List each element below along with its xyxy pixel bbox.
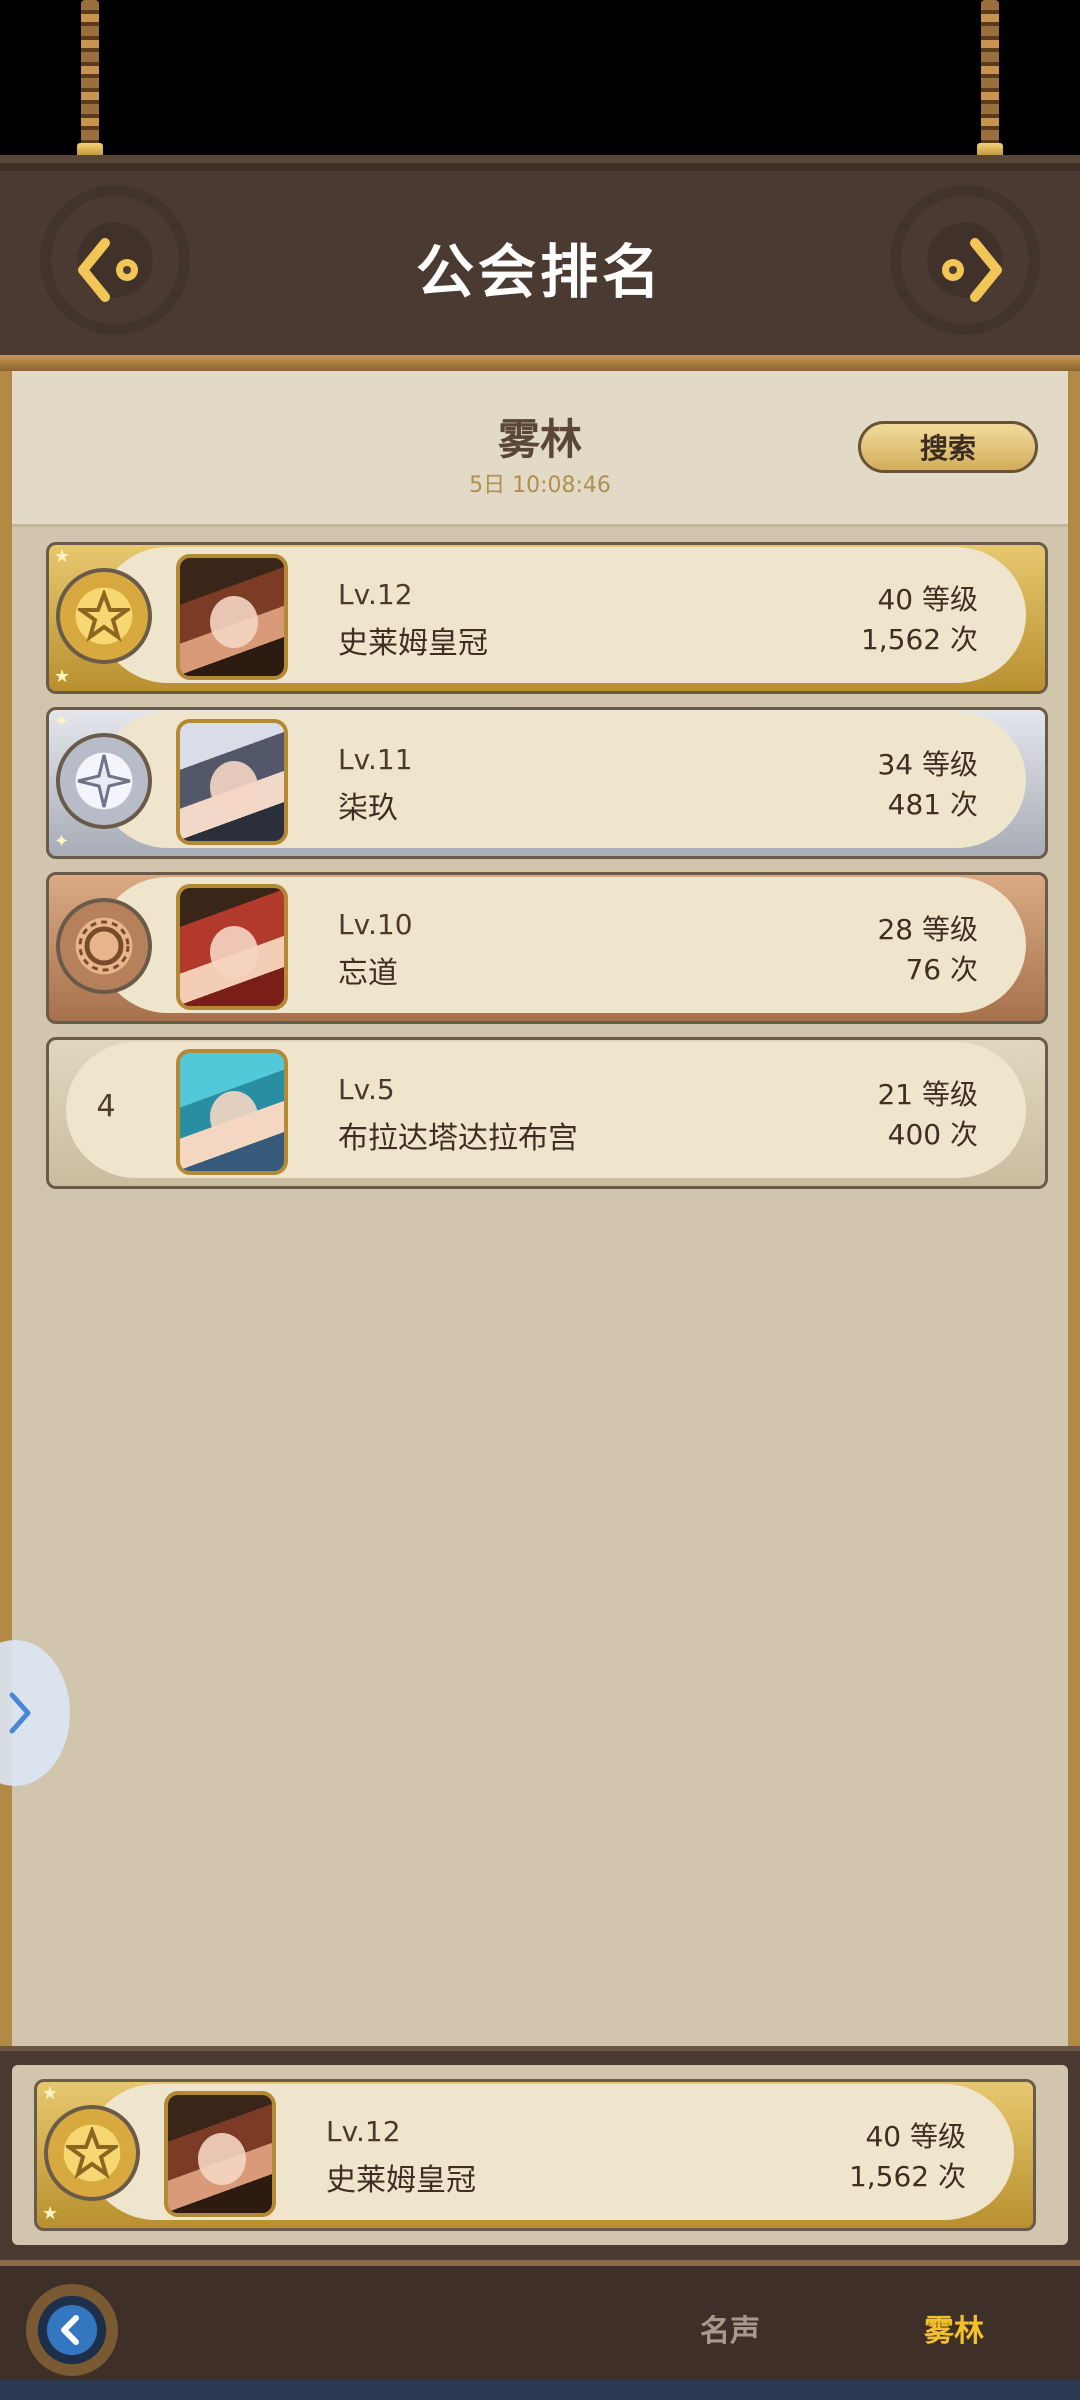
silver-medal-icon <box>56 733 152 829</box>
ranking-panel-inner: 雾林 5日 10:08:46 搜索 ★ ★ Lv.12 史莱姆皇冠 40 等级 … <box>12 371 1068 2046</box>
player-level: Lv.12 <box>338 578 413 611</box>
guild-header: 雾林 5日 10:08:46 搜索 <box>12 371 1068 527</box>
gold-medal-icon <box>44 2105 140 2201</box>
page-title: 公会排名 <box>415 238 664 306</box>
player-grade: 34 等级 <box>877 748 978 781</box>
player-count: 481 次 <box>887 788 978 821</box>
player-level: Lv.10 <box>338 908 413 941</box>
player-grade: 28 等级 <box>877 913 978 946</box>
player-name: 忘道 <box>338 956 398 991</box>
bottom-edge <box>0 2380 1080 2400</box>
next-page-button[interactable] <box>920 230 1010 310</box>
my-rank-row[interactable]: ★ ★ Lv.12 史莱姆皇冠 40 等级 1,562 次 <box>34 2079 1036 2231</box>
player-avatar <box>164 2091 276 2217</box>
player-level: Lv.11 <box>338 743 413 776</box>
back-button[interactable] <box>26 2284 118 2376</box>
player-avatar <box>176 554 288 680</box>
star-icon: ✦ <box>54 711 70 732</box>
player-count: 1,562 次 <box>848 2160 966 2193</box>
header-border <box>0 355 1080 371</box>
star-icon: ✦ <box>54 831 70 852</box>
player-level: Lv.5 <box>338 1073 395 1106</box>
rank-number: 4 <box>96 1089 116 1124</box>
player-avatar <box>176 719 288 845</box>
ranking-panel: 雾林 5日 10:08:46 搜索 ★ ★ Lv.12 史莱姆皇冠 40 等级 … <box>0 371 1080 2046</box>
chevron-right-icon <box>9 1692 31 1734</box>
ranking-row[interactable]: Lv.10 忘道 28 等级 76 次 <box>46 872 1048 1024</box>
star-icon: ★ <box>54 666 71 687</box>
player-name: 柒玖 <box>338 791 398 826</box>
player-avatar <box>176 1049 288 1175</box>
header: 公会排名 <box>0 155 1080 370</box>
chevron-right-gear-icon <box>942 238 1002 302</box>
star-icon: ★ <box>54 546 71 567</box>
star-icon: ★ <box>42 2083 59 2104</box>
right-chain-decoration <box>981 0 999 150</box>
ranking-row[interactable]: ★ ★ Lv.12 史莱姆皇冠 40 等级 1,562 次 <box>46 542 1048 694</box>
player-name: 史莱姆皇冠 <box>326 2163 476 2198</box>
my-rank-area: ★ ★ Lv.12 史莱姆皇冠 40 等级 1,562 次 <box>0 2046 1080 2260</box>
player-name: 史莱姆皇冠 <box>338 626 488 661</box>
player-count: 1,562 次 <box>860 623 978 656</box>
player-grade: 40 等级 <box>865 2120 966 2153</box>
bronze-medal-icon <box>56 898 152 994</box>
player-name: 布拉达塔达拉布宫 <box>338 1121 578 1156</box>
player-avatar <box>176 884 288 1010</box>
player-count: 76 次 <box>905 953 978 986</box>
player-level: Lv.12 <box>326 2115 401 2148</box>
star-icon: ★ <box>42 2203 59 2224</box>
tab-mist[interactable]: 雾林 <box>924 2306 984 2350</box>
back-arrow-icon <box>61 2315 79 2345</box>
left-chain-decoration <box>81 0 99 150</box>
ranking-row[interactable]: 4 Lv.5 布拉达塔达拉布宫 21 等级 400 次 <box>46 1037 1048 1189</box>
bottom-bar: 名声 雾林 <box>0 2260 1080 2400</box>
player-count: 400 次 <box>887 1118 978 1151</box>
player-grade: 21 等级 <box>877 1078 978 1111</box>
top-black-area <box>0 0 1080 155</box>
search-button[interactable]: 搜索 <box>858 421 1038 473</box>
ranking-row[interactable]: ✦ ✦ Lv.11 柒玖 34 等级 481 次 <box>46 707 1048 859</box>
gold-medal-icon <box>56 568 152 664</box>
tab-fame[interactable]: 名声 <box>700 2306 760 2350</box>
player-grade: 40 等级 <box>877 583 978 616</box>
my-rank-panel: ★ ★ Lv.12 史莱姆皇冠 40 等级 1,562 次 <box>12 2065 1068 2245</box>
